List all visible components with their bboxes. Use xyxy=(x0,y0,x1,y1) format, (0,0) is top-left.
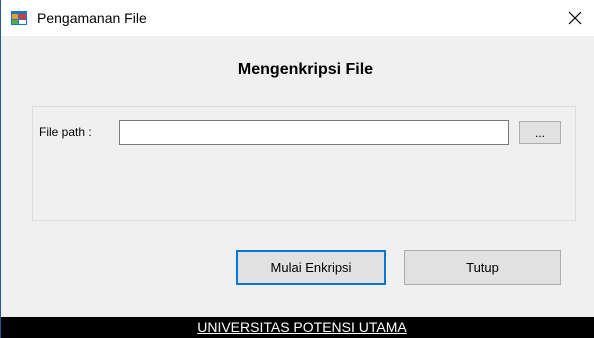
footer-university-link[interactable]: UNIVERSITAS POTENSI UTAMA xyxy=(1,318,594,336)
file-path-input[interactable] xyxy=(119,120,509,145)
windows-form-icon xyxy=(11,11,27,25)
file-path-label: File path : xyxy=(39,125,92,139)
close-form-button[interactable]: Tutup xyxy=(404,250,561,285)
title-bar[interactable]: Pengamanan File xyxy=(1,0,594,36)
browse-button[interactable]: ... xyxy=(519,121,561,144)
page-heading: Mengenkripsi File xyxy=(237,61,374,78)
window-title: Pengamanan File xyxy=(37,10,147,26)
close-button[interactable] xyxy=(555,0,594,36)
start-encryption-button[interactable]: Mulai Enkripsi xyxy=(236,250,386,285)
app-window: Pengamanan File Mengenkripsi File File p… xyxy=(0,0,594,338)
close-icon xyxy=(568,11,582,25)
